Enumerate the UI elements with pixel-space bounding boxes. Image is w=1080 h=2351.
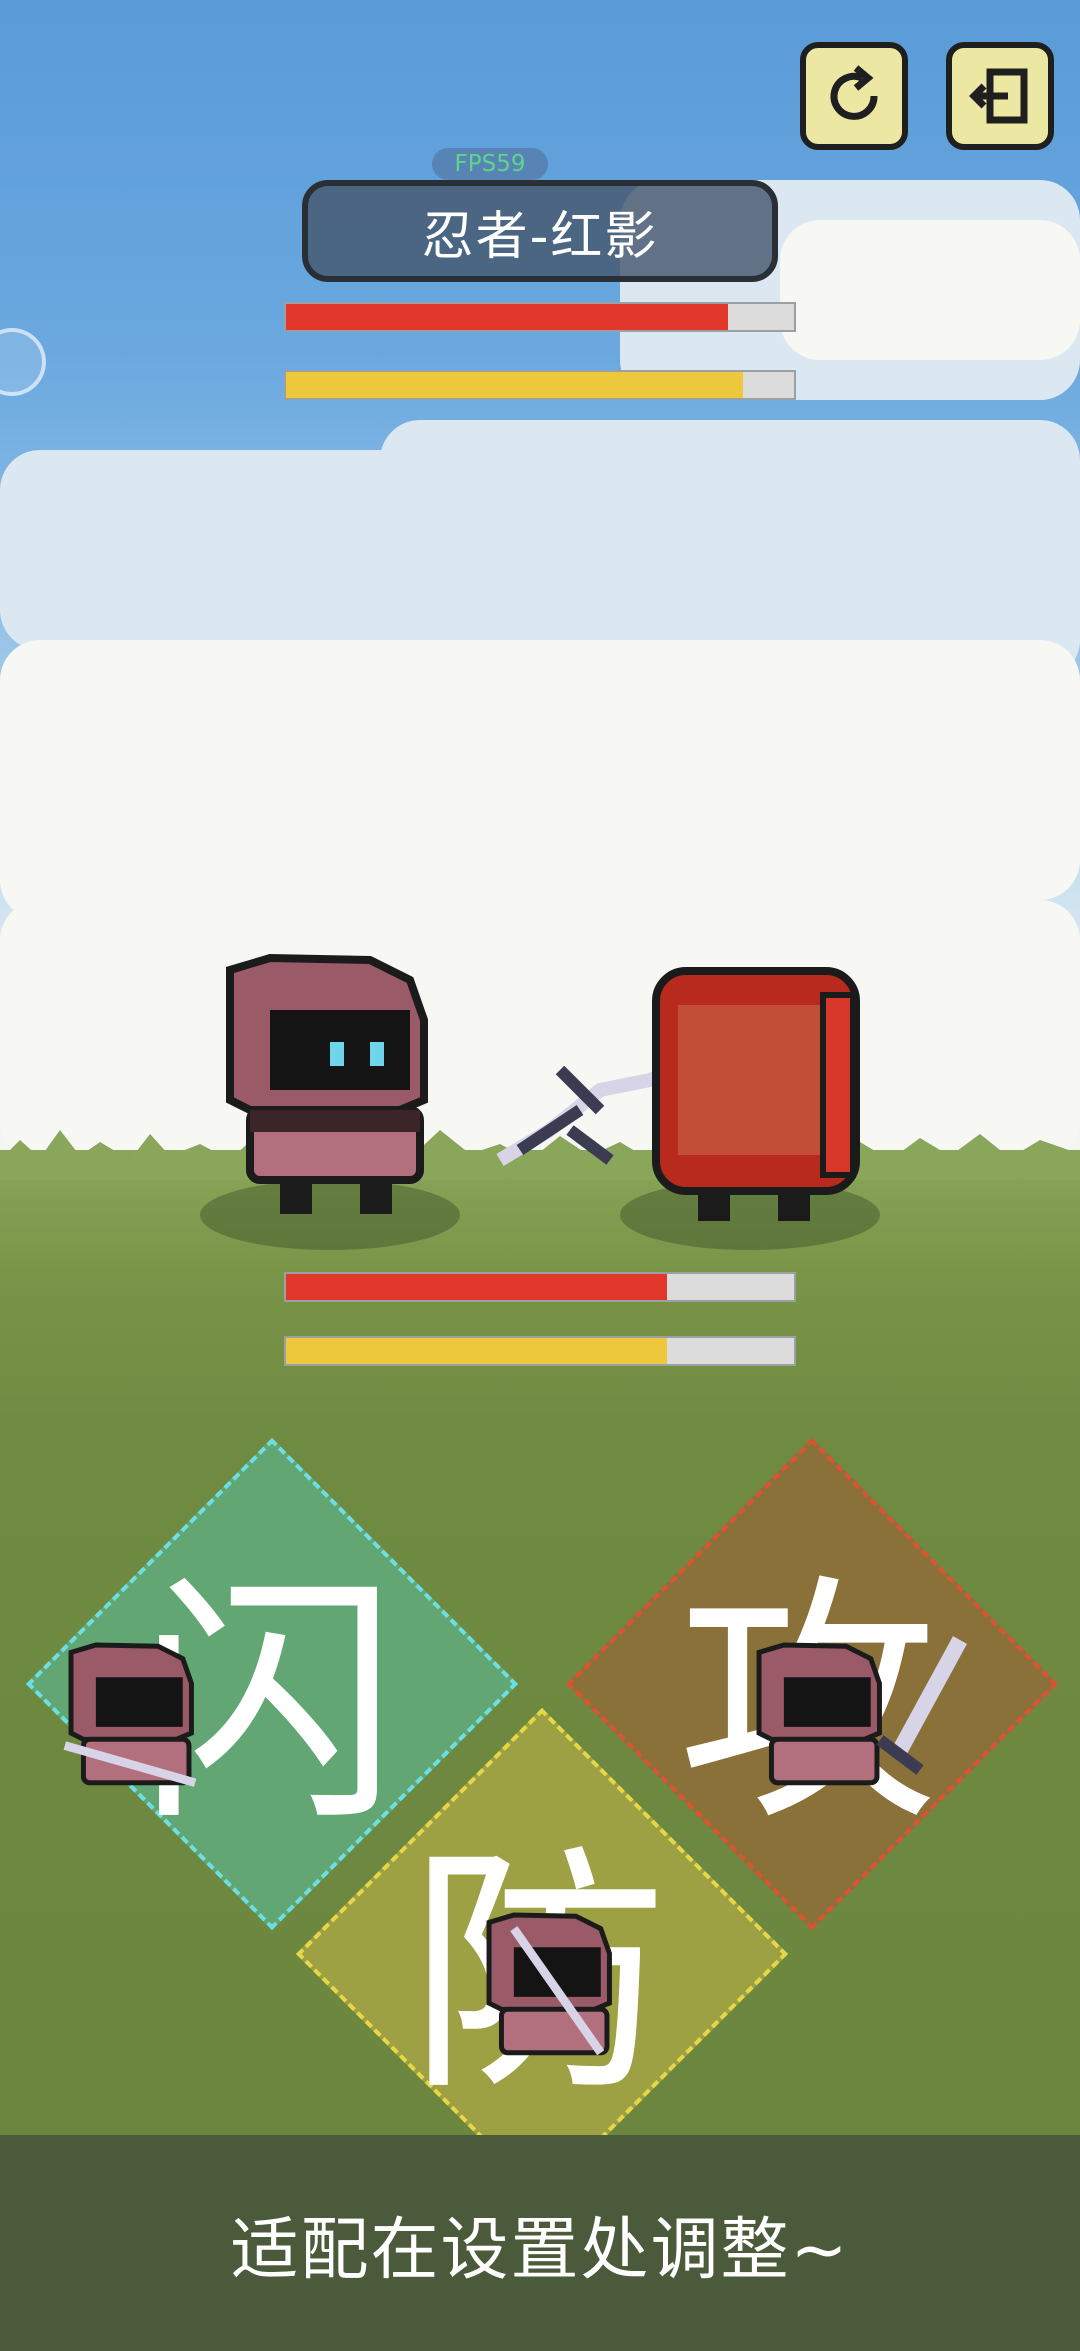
dodge-ninja-icon [63,1642,197,1787]
defend-ninja-icon [486,1912,612,2056]
enemy-name: 忍者-红影 [421,206,659,267]
hint-text: 适配在设置处调整~ [230,2210,850,2290]
player-stamina-fill [286,1338,667,1364]
enemy-character [652,967,860,1221]
exit-button[interactable] [946,42,1054,150]
attack-sword-icon [876,1636,968,1775]
enemy-stamina-bar [284,370,796,400]
player-hp-bar [284,1272,796,1302]
refresh-icon [830,65,878,120]
enemy-hp-bar [284,302,796,332]
player-stamina-bar [284,1336,796,1366]
cloud [0,700,380,920]
hint-banner: 适配在设置处调整~ [0,2135,1080,2351]
player-character [226,953,428,1214]
player-hp-fill [286,1274,667,1300]
enemy-stamina-fill [286,372,744,398]
enemy-name-plate: 忍者-红影 [302,180,778,282]
game-scene: FPS59 忍者-红影 闪 攻 防 [0,0,1080,2351]
cloud [780,220,1080,360]
exit-icon [969,68,1028,124]
enemy-hp-fill [286,304,728,330]
refresh-button[interactable] [800,42,908,150]
fps-counter: FPS59 [432,148,548,180]
